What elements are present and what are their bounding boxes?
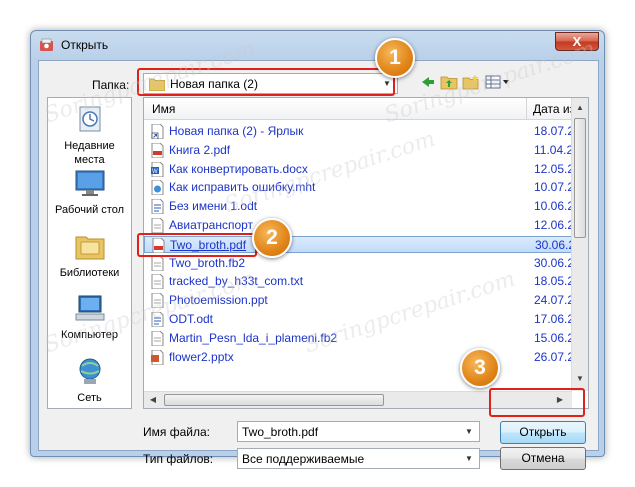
- window-title: Открыть: [61, 38, 109, 52]
- step-badge-3: 3: [460, 348, 500, 388]
- filename-input[interactable]: Two_broth.pdf ▼: [237, 421, 480, 442]
- file-row[interactable]: W Как конвертировать.docx 12.05.20: [144, 161, 581, 178]
- filetype-value: Все поддерживаемые: [242, 452, 365, 466]
- filetype-select[interactable]: Все поддерживаемые ▼: [237, 448, 480, 469]
- view-menu-icon[interactable]: [485, 74, 511, 90]
- file-name: Martin_Pesn_lda_i_plameni.fb2: [169, 330, 338, 345]
- file-icon: [151, 273, 164, 290]
- chevron-down-icon[interactable]: ▼: [461, 424, 477, 439]
- file-row[interactable]: Как исправить ошибку.mht 10.07.20: [144, 179, 581, 196]
- scroll-left-icon[interactable]: ◀: [147, 392, 159, 408]
- file-row[interactable]: Без имени 1.odt 10.06.20: [144, 198, 581, 215]
- filename-value: Two_broth.pdf: [242, 425, 319, 439]
- column-name-header[interactable]: Имя: [152, 102, 175, 116]
- vertical-scroll-thumb[interactable]: [574, 118, 586, 238]
- new-folder-icon[interactable]: [462, 74, 480, 90]
- file-icon: [151, 217, 164, 234]
- place-desktop[interactable]: Рабочий стол: [48, 168, 131, 217]
- horizontal-scroll-thumb[interactable]: [164, 394, 384, 406]
- desktop-icon: [75, 170, 104, 196]
- close-button[interactable]: X: [555, 32, 599, 51]
- title-bar[interactable]: Открыть X: [31, 31, 604, 59]
- step-badge-1: 1: [375, 38, 415, 78]
- open-button[interactable]: Открыть: [500, 421, 586, 444]
- folder-label: Папка:: [92, 78, 130, 92]
- odt-file-icon: [151, 311, 164, 328]
- filename-label: Имя файла:: [143, 425, 210, 439]
- file-name: Как исправить ошибку.mht: [169, 180, 316, 195]
- vertical-scrollbar[interactable]: ▲ ▼: [571, 98, 588, 391]
- place-libraries[interactable]: Библиотеки: [48, 231, 131, 280]
- file-name: tracked_by_h33t_com.txt: [169, 274, 304, 289]
- scroll-up-icon[interactable]: ▲: [574, 100, 586, 116]
- place-label: места: [74, 154, 105, 166]
- file-row[interactable]: Авиатранспорт 12.06.20: [144, 217, 581, 234]
- highlight-file: [137, 233, 257, 257]
- cancel-button[interactable]: Отмена: [500, 447, 586, 470]
- place-label: Сеть: [77, 392, 102, 404]
- file-name: Как конвертировать.docx: [169, 161, 308, 176]
- file-name: Книга 2.pdf: [169, 142, 231, 157]
- shortcut-icon: [151, 123, 164, 140]
- filetype-label: Тип файлов:: [143, 452, 214, 466]
- place-label: Недавние: [64, 140, 115, 152]
- file-name: flower2.pptx: [169, 349, 234, 364]
- places-bar: Недавние места Рабочий стол Библиотеки К…: [47, 97, 132, 409]
- file-icon: [151, 292, 164, 309]
- file-row[interactable]: tracked_by_h33t_com.txt 18.05.20: [144, 273, 581, 290]
- file-row[interactable]: Martin_Pesn_lda_i_plameni.fb2 15.06.20: [144, 330, 581, 347]
- file-name: Без имени 1.odt: [169, 199, 258, 214]
- file-name: Авиатранспорт: [169, 218, 254, 232]
- computer-icon: [75, 295, 104, 321]
- libraries-icon: [75, 236, 104, 260]
- app-icon: [40, 38, 53, 51]
- highlight-folder: [137, 68, 395, 96]
- place-label: Библиотеки: [59, 267, 120, 279]
- place-network[interactable]: Сеть: [48, 356, 131, 405]
- place-computer[interactable]: Компьютер: [48, 293, 131, 342]
- scroll-down-icon[interactable]: ▼: [574, 371, 586, 387]
- svg-text:W: W: [152, 169, 158, 175]
- place-recent[interactable]: Недавние места: [48, 104, 131, 167]
- file-name: ODT.odt: [169, 312, 214, 326]
- file-row[interactable]: Two_broth.fb2 30.06.20: [144, 255, 581, 272]
- file-row[interactable]: Photoemission.ppt 24.07.20: [144, 292, 581, 309]
- back-icon[interactable]: [419, 74, 437, 90]
- file-row[interactable]: Книга 2.pdf 11.04.20: [144, 142, 580, 159]
- list-header: Имя Дата изм: [144, 98, 588, 120]
- recent-places-icon: [79, 106, 100, 132]
- file-row[interactable]: ODT.odt 17.06.20: [144, 311, 581, 328]
- up-folder-icon[interactable]: [440, 74, 458, 90]
- file-row[interactable]: Новая папка (2) - Ярлык 18.07.20: [144, 123, 581, 140]
- chevron-down-icon[interactable]: ▼: [461, 451, 477, 466]
- place-label: Рабочий стол: [54, 204, 125, 216]
- highlight-open-button: [489, 388, 585, 417]
- place-label: Компьютер: [61, 329, 118, 341]
- file-name: Two_broth.fb2: [169, 255, 246, 270]
- file-row[interactable]: flower2.pptx 26.07.20: [144, 349, 581, 366]
- mht-file-icon: [151, 179, 164, 196]
- pdf-file-icon: [151, 142, 164, 159]
- file-icon: [151, 330, 164, 347]
- network-icon: [79, 358, 100, 384]
- word-file-icon: W: [151, 161, 164, 178]
- step-badge-2: 2: [252, 218, 292, 258]
- pptx-file-icon: [151, 349, 164, 366]
- file-icon: [151, 255, 164, 272]
- column-divider[interactable]: [526, 98, 527, 120]
- file-name: Photoemission.ppt: [169, 293, 268, 308]
- odt-file-icon: [151, 198, 164, 215]
- file-name: Новая папка (2) - Ярлык: [169, 124, 304, 138]
